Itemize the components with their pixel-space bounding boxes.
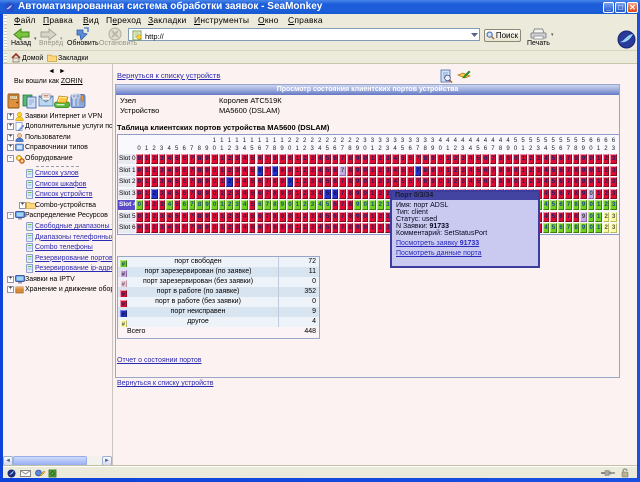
svg-text:EXIT: EXIT bbox=[11, 96, 17, 100]
